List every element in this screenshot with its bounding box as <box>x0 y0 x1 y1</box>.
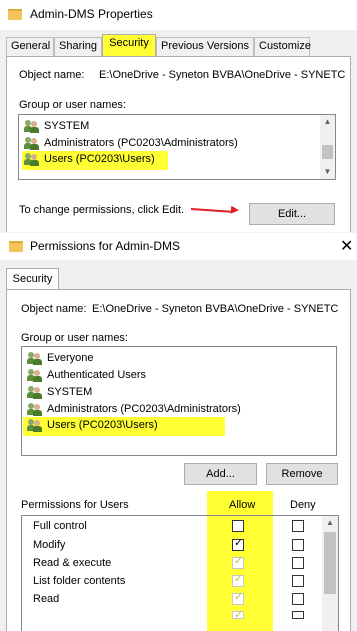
deny-full-control-checkbox[interactable] <box>292 520 304 532</box>
perm-object-name-value: E:\OneDrive - Syneton BVBA\OneDrive - SY… <box>92 303 339 315</box>
perm-name: Full control <box>33 520 87 532</box>
object-name-value: E:\OneDrive - Syneton BVBA\OneDrive - SY… <box>99 69 346 81</box>
deny-header: Deny <box>290 499 316 511</box>
check-icon: ✓ <box>234 591 244 603</box>
group-names-label: Group or user names: <box>19 99 126 111</box>
tab-sharing[interactable]: Sharing <box>54 37 102 56</box>
listbox-scrollbar[interactable]: ▲ ▼ <box>320 115 335 179</box>
user-name: Everyone <box>47 352 94 364</box>
user-name: Administrators (PC0203\Administrators) <box>47 403 241 415</box>
properties-titlebar: Admin-DMS Properties <box>0 0 357 30</box>
deny-read-checkbox[interactable] <box>292 593 304 605</box>
user-name: SYSTEM <box>44 120 90 132</box>
users-icon <box>27 352 43 365</box>
list-item-administrators[interactable]: Administrators (PC0203\Administrators) <box>25 401 241 418</box>
scroll-thumb[interactable] <box>322 145 333 159</box>
list-item-users-selected[interactable]: Users (PC0203\Users) <box>22 151 168 170</box>
perm-group-names-label: Group or user names: <box>21 332 128 344</box>
perm-name: Read <box>33 593 60 605</box>
users-icon <box>27 369 43 382</box>
permissions-title: Permissions for Admin-DMS <box>30 239 181 253</box>
list-item-users-selected[interactable]: Users (PC0203\Users) <box>23 417 225 436</box>
permissions-titlebar: Permissions for Admin-DMS ✕ <box>0 233 357 260</box>
allow-header: Allow <box>229 499 256 511</box>
tab-customize[interactable]: Customize <box>254 37 311 56</box>
user-listbox[interactable]: SYSTEM Administrators (PC0203\Administra… <box>18 114 336 180</box>
perm-name: Read & execute <box>33 557 112 569</box>
folder-icon <box>9 241 23 252</box>
change-permissions-text: To change permissions, click Edit. <box>19 204 185 216</box>
tab-security[interactable]: Security <box>102 34 156 57</box>
scroll-up-icon[interactable]: ▲ <box>320 115 335 129</box>
list-item-system[interactable]: SYSTEM <box>25 384 92 401</box>
tab-security-perm[interactable]: Security <box>6 268 59 290</box>
users-icon <box>27 386 43 399</box>
users-icon <box>24 120 40 133</box>
user-name: Users (PC0203\Users) <box>47 419 158 431</box>
properties-title: Admin-DMS Properties <box>30 7 153 21</box>
annotation-arrow-icon <box>230 205 240 215</box>
list-item-administrators[interactable]: Administrators (PC0203\Administrators) <box>22 135 238 152</box>
add-button[interactable]: Add... <box>184 463 257 485</box>
allow-read-checkbox[interactable]: ✓ <box>232 591 244 605</box>
check-icon: ✓ <box>234 573 244 585</box>
user-name: Authenticated Users <box>47 369 147 381</box>
tab-previous-versions[interactable]: Previous Versions <box>156 37 254 56</box>
allow-list-folder-checkbox[interactable]: ✓ <box>232 573 244 587</box>
perm-object-name-label: Object name: <box>21 303 87 315</box>
scroll-down-icon[interactable]: ▼ <box>320 165 335 179</box>
check-icon: ✓ <box>234 609 244 621</box>
edit-button[interactable]: Edit... <box>249 203 335 225</box>
deny-list-folder-checkbox[interactable] <box>292 575 304 587</box>
users-icon <box>24 153 40 166</box>
user-name: Users (PC0203\Users) <box>44 153 155 165</box>
permissions-scrollbar[interactable]: ▲ <box>322 516 338 631</box>
remove-button[interactable]: Remove <box>266 463 338 485</box>
scroll-up-icon[interactable]: ▲ <box>322 516 338 530</box>
users-icon <box>27 419 43 432</box>
object-name-label: Object name: <box>19 69 85 81</box>
perm-name: Modify <box>33 539 66 551</box>
user-name: Administrators (PC0203\Administrators) <box>44 137 238 149</box>
users-icon <box>24 137 40 150</box>
properties-tabs: General Sharing Security Previous Versio… <box>6 34 311 57</box>
allow-modify-checkbox[interactable]: ✓ <box>232 537 244 551</box>
deny-read-execute-checkbox[interactable] <box>292 557 304 569</box>
tab-general[interactable]: General <box>6 37 54 56</box>
perm-name: List folder contents <box>33 575 126 587</box>
check-icon: ✓ <box>234 555 244 567</box>
users-icon <box>27 403 43 416</box>
user-name: SYSTEM <box>47 386 93 398</box>
list-item-system[interactable]: SYSTEM <box>22 118 89 135</box>
scroll-thumb[interactable] <box>324 532 336 594</box>
allow-read-execute-checkbox[interactable]: ✓ <box>232 555 244 569</box>
deny-modify-checkbox[interactable] <box>292 539 304 551</box>
allow-next-checkbox[interactable]: ✓ <box>232 609 244 621</box>
list-item-everyone[interactable]: Everyone <box>25 350 93 367</box>
close-icon[interactable]: ✕ <box>340 236 353 256</box>
folder-icon <box>8 9 22 20</box>
check-icon: ✓ <box>234 537 244 549</box>
permissions-for-label: Permissions for Users <box>21 499 129 511</box>
perm-user-listbox[interactable]: Everyone Authenticated Users SYSTEM Admi… <box>21 346 337 456</box>
allow-full-control-checkbox[interactable] <box>232 520 244 532</box>
list-item-authenticated-users[interactable]: Authenticated Users <box>25 367 146 384</box>
deny-next-checkbox[interactable] <box>292 611 304 619</box>
